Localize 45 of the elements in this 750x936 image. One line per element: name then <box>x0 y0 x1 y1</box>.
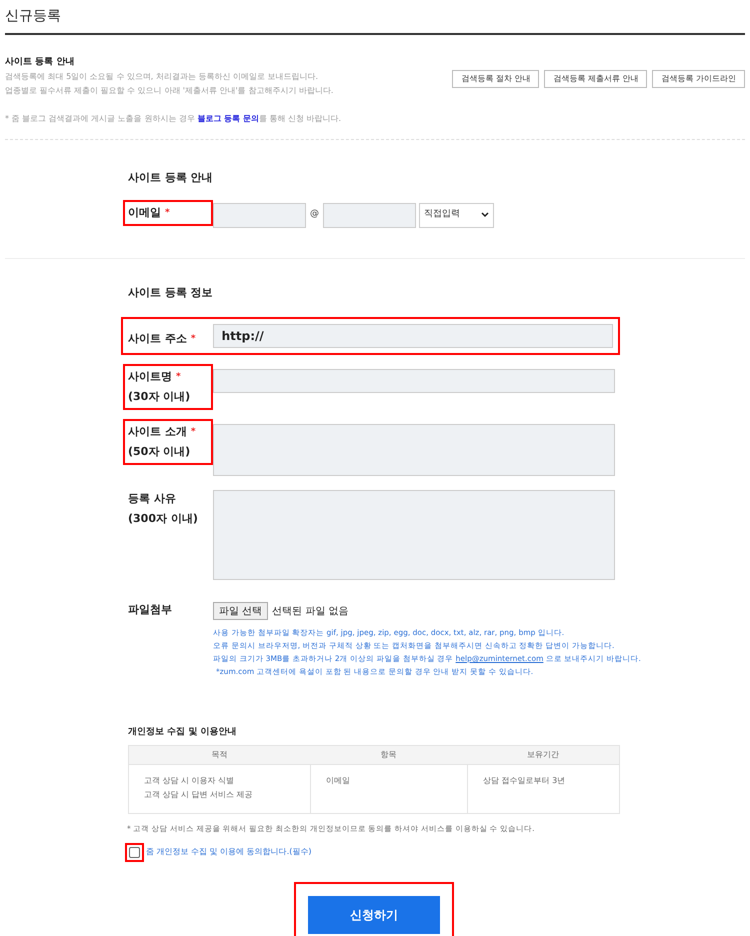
column-header: 보유기간 <box>526 748 560 760</box>
email-id-field[interactable] <box>213 202 306 228</box>
guide-button[interactable]: 검색등록 절차 안내 <box>452 70 540 88</box>
column-header: 항목 <box>380 748 398 760</box>
notice-text: 업종별로 필수서류 제출이 필요할 수 있으니 아래 '제출서류 안내'를 참고해주시기 바랍니다. <box>5 85 334 97</box>
checkbox[interactable] <box>129 846 140 858</box>
submit-button[interactable]: 신청하기 <box>308 896 440 934</box>
email-domain-field[interactable] <box>323 202 416 228</box>
file-select-button[interactable]: 파일 선택 <box>213 602 268 620</box>
notice-text: 검색등록에 최대 5일이 소요될 수 있으며, 처리결과는 등록하신 이메일로 보내드립니다. <box>5 71 320 83</box>
field-limit: (30자 이내) <box>128 390 192 404</box>
required-mark: * <box>190 426 196 439</box>
field-label: 이메일 <box>128 206 161 220</box>
file-status: 선택된 파일 없음 <box>272 604 349 618</box>
field-label: 사이트 소개 <box>128 425 187 439</box>
required-mark: * <box>190 333 196 346</box>
domain-select[interactable]: 직접입력 <box>419 202 494 228</box>
field-label: 파일첨부 <box>128 602 173 618</box>
field-label: 사이트 주소 <box>128 332 187 346</box>
section-heading: 사이트 등록 정보 <box>128 284 214 300</box>
table-cell: 상담 접수일로부터 3년 <box>467 764 619 812</box>
column-header: 목적 <box>210 748 228 760</box>
section-heading: 개인정보 수집 및 이용안내 <box>128 726 238 739</box>
field-limit: (50자 이내) <box>128 445 192 459</box>
field-limit: (300자 이내) <box>128 512 199 526</box>
at-sign: @ <box>310 208 319 222</box>
field-label: 등록 사유 <box>128 492 176 506</box>
required-mark: * <box>165 206 170 220</box>
text-field[interactable] <box>213 369 615 393</box>
blog-inquiry-link[interactable]: 블로그 등록 문의 <box>197 114 259 123</box>
field-label: 사이트명 <box>128 370 172 384</box>
required-mark: * <box>176 371 181 384</box>
guide-button[interactable]: 검색등록 가이드라인 <box>652 70 745 88</box>
consent-label: 줌 개인정보 수집 및 이용에 동의합니다.(필수) <box>146 846 312 858</box>
section-heading: 사이트 등록 안내 <box>128 170 214 186</box>
text-field[interactable]: http:// <box>212 324 613 348</box>
table-cell-text: 고객 상담 시 이용자 식별 고객 상담 시 답변 서비스 제공 <box>143 774 254 800</box>
table-cell: 이메일 <box>310 764 467 812</box>
page-title: 신규등록 <box>5 6 745 35</box>
notice-heading: 사이트 등록 안내 <box>5 56 76 69</box>
text-area[interactable] <box>213 490 615 580</box>
text-area[interactable] <box>213 424 615 476</box>
chevron-down-icon <box>481 212 489 218</box>
notice-text: * 줌 블로그 검색결과에 게시글 노출을 원하시는 경우 블로그 등록 문의를 통해 신청 바랍니다. <box>5 113 342 125</box>
guide-button[interactable]: 검색등록 제출서류 안내 <box>544 70 648 88</box>
